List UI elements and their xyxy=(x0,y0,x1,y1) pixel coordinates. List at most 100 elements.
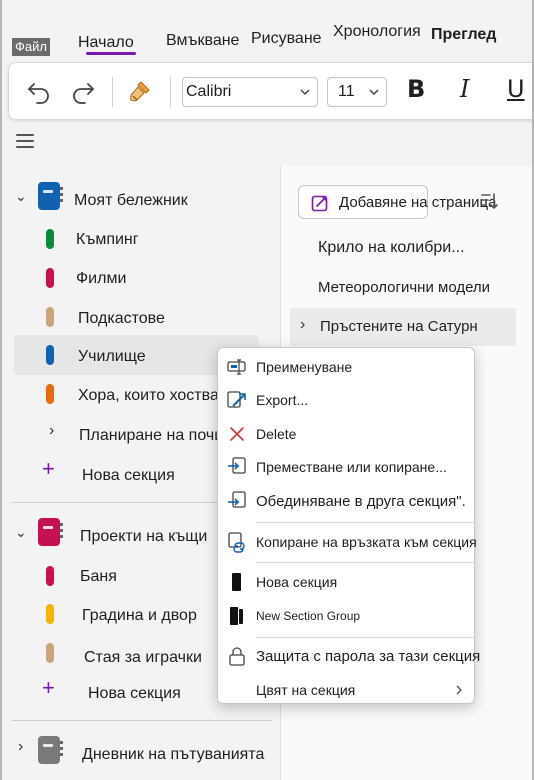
menu-item-label: Export... xyxy=(256,392,309,408)
tab-insert[interactable]: Вмъкване xyxy=(166,32,239,50)
add-section-button[interactable]: Нова секция xyxy=(82,457,175,495)
section-playroom[interactable]: Стая за играчки xyxy=(84,639,202,677)
chevron-right-icon[interactable]: › xyxy=(49,422,54,440)
active-tab-indicator xyxy=(86,52,136,55)
section-garden-and-yard[interactable]: Градина и двор xyxy=(82,597,197,635)
format-painter-button[interactable] xyxy=(123,75,157,107)
notebook-icon xyxy=(38,518,63,546)
font-size-dropdown[interactable]: 11 xyxy=(327,77,387,107)
ribbon-tabs: Файл Начало Вмъкване Рисуване Хронология… xyxy=(2,0,532,60)
section-color-marker xyxy=(46,384,54,404)
menu-item-label: Нова секция xyxy=(256,574,338,590)
move-copy-icon xyxy=(226,456,248,478)
notebook-divider xyxy=(12,720,272,721)
section-school[interactable]: Училище xyxy=(78,338,146,376)
menu-item-label: Защита с парола за тази секция xyxy=(256,647,481,665)
notebook-house-projects[interactable]: Проекти на къщи xyxy=(80,518,207,556)
chevron-down-icon[interactable]: ⌄ xyxy=(15,524,27,541)
chevron-right-icon xyxy=(456,685,462,695)
menu-item-delete[interactable]: Delete xyxy=(218,419,474,449)
section-color-marker xyxy=(46,268,54,288)
underline-button[interactable]: U xyxy=(507,75,525,103)
export-icon xyxy=(226,389,248,411)
ribbon-toolbar: Calibri 11 B I U xyxy=(8,62,532,120)
chevron-right-icon[interactable]: › xyxy=(18,738,23,756)
section-color-marker xyxy=(46,307,54,327)
chevron-right-icon[interactable]: › xyxy=(300,316,305,334)
delete-icon xyxy=(226,423,248,445)
tab-home[interactable]: Начало xyxy=(78,34,134,52)
onenote-window: Файл Начало Вмъкване Рисуване Хронология… xyxy=(0,0,534,780)
section-context-menu: Преименуване Export... Delete Преместван… xyxy=(217,347,480,705)
menu-item-copy-link[interactable]: Копиране на връзката към секция xyxy=(218,527,477,557)
bold-button[interactable]: B xyxy=(407,75,425,103)
menu-item-label: Delete xyxy=(256,426,297,442)
notebook-travel-journal[interactable]: Дневник на пътуванията xyxy=(82,736,264,774)
menu-separator xyxy=(256,637,474,638)
section-color-marker xyxy=(46,566,54,586)
new-page-icon xyxy=(311,195,328,212)
italic-button[interactable]: I xyxy=(460,75,469,103)
menu-item-label: Преименуване xyxy=(256,359,353,375)
chevron-down-icon[interactable]: ⌄ xyxy=(15,188,27,205)
add-section-button[interactable]: Нова секция xyxy=(88,675,181,713)
tab-draw[interactable]: Рисуване xyxy=(251,30,322,48)
hamburger-icon xyxy=(16,134,34,136)
menu-item-merge[interactable]: Обединяване в друга секция". xyxy=(218,486,474,516)
menu-item-label: New Section Group xyxy=(256,609,361,623)
paintbrush-icon xyxy=(130,81,150,102)
tab-file[interactable]: Файл xyxy=(12,38,50,56)
sort-pages-button[interactable] xyxy=(478,190,500,217)
menu-item-move-or-copy[interactable]: Преместване или копиране... xyxy=(218,452,474,482)
font-name-dropdown[interactable]: Calibri xyxy=(182,77,318,107)
lock-icon xyxy=(226,645,248,667)
new-section-icon xyxy=(226,571,248,593)
undo-icon xyxy=(28,83,49,104)
section-people-i-host[interactable]: Хора, които хоствам xyxy=(78,377,230,415)
section-group-icon xyxy=(226,605,248,627)
undo-button[interactable] xyxy=(23,75,55,107)
section-color-marker xyxy=(46,643,54,663)
font-size-value: 11 xyxy=(338,83,355,100)
tab-history[interactable]: Хронология xyxy=(333,23,421,41)
section-movies[interactable]: Филми xyxy=(76,260,126,298)
chevron-down-icon xyxy=(369,89,379,96)
menu-item-new-section-group[interactable]: New Section Group xyxy=(218,601,474,631)
menu-separator xyxy=(256,562,474,563)
redo-button[interactable] xyxy=(67,75,99,107)
menu-item-label: Преместване или копиране... xyxy=(256,459,447,475)
redo-icon xyxy=(73,83,94,104)
plus-icon: + xyxy=(42,675,55,700)
menu-item-rename[interactable]: Преименуване xyxy=(218,352,474,382)
menu-item-label: Цвят на секция xyxy=(256,682,356,698)
menu-item-label: Копиране на връзката към секция xyxy=(256,534,477,550)
section-camping[interactable]: Къмпинг xyxy=(76,221,139,259)
hamburger-line xyxy=(16,140,34,142)
merge-icon xyxy=(226,490,248,512)
notebook-my-notebook[interactable]: Моят бележник xyxy=(74,182,188,220)
section-color-marker xyxy=(46,229,54,249)
menu-item-section-color[interactable]: Цвят на секция xyxy=(218,675,474,705)
chevron-down-icon xyxy=(300,89,310,96)
section-podcasts[interactable]: Подкастове xyxy=(78,300,165,338)
hamburger-line xyxy=(16,146,34,148)
menu-item-password-protect[interactable]: Защита с парола за тази секция xyxy=(218,641,480,671)
section-color-marker xyxy=(46,604,54,624)
section-color-marker xyxy=(46,345,54,365)
plus-icon: + xyxy=(42,456,55,481)
page-hummingbird[interactable]: Крило на колибри... xyxy=(318,239,465,257)
menu-item-label: Обединяване в друга секция". xyxy=(256,492,466,510)
rename-icon xyxy=(226,356,248,378)
tab-review[interactable]: Преглед xyxy=(431,26,496,44)
toolbar-separator xyxy=(170,77,171,107)
menu-item-export[interactable]: Export... xyxy=(218,385,474,415)
navigation-menu-button[interactable] xyxy=(16,134,34,148)
menu-item-new-section[interactable]: Нова секция xyxy=(218,567,474,597)
section-bathroom[interactable]: Баня xyxy=(80,558,117,596)
notebook-icon xyxy=(38,736,63,764)
page-rings-of-saturn[interactable]: Пръстените на Сатурн xyxy=(320,318,478,335)
add-page-label[interactable]: Добавяне на страница xyxy=(339,194,496,211)
page-weather-patterns[interactable]: Метеорологични модели xyxy=(318,279,490,296)
copy-link-icon xyxy=(226,531,248,553)
toolbar-separator xyxy=(112,77,113,107)
